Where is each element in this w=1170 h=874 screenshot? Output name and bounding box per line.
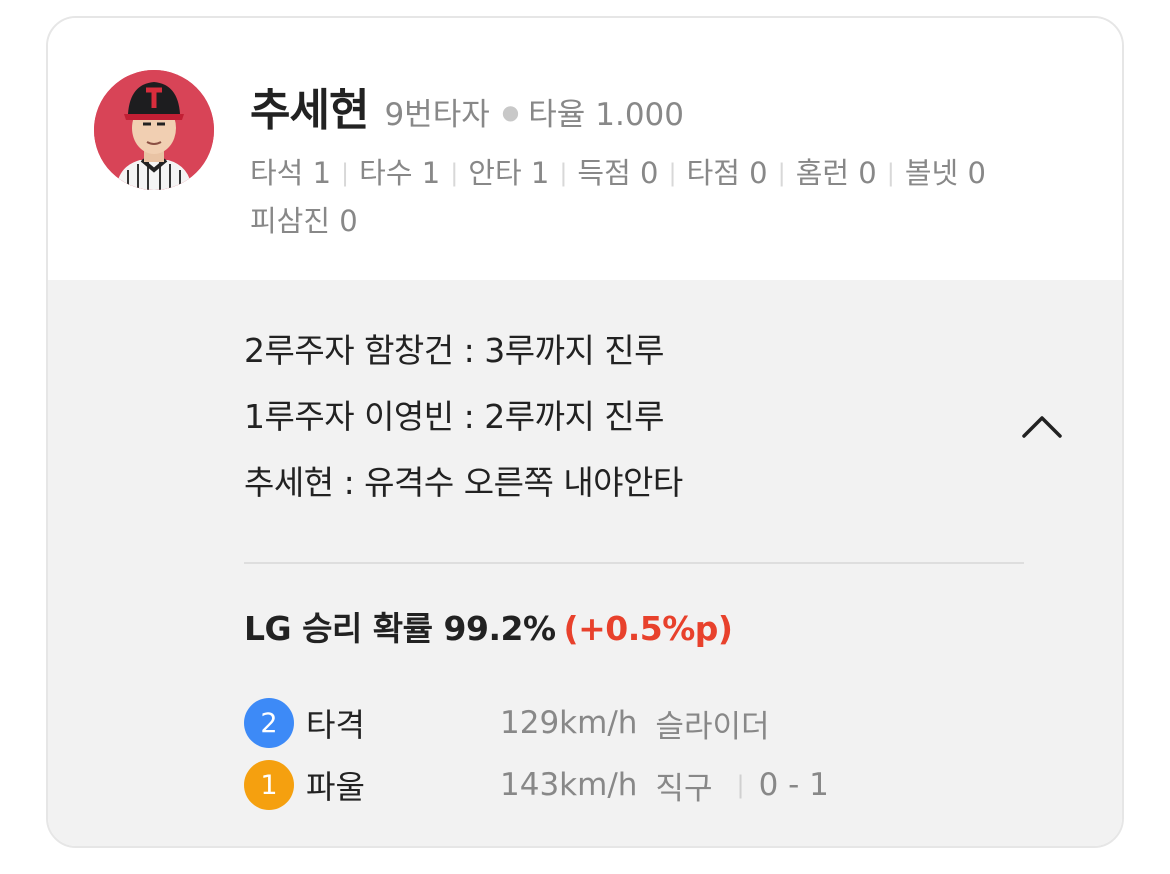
win-probability-text: LG 승리 확률 99.2% [244, 609, 556, 648]
win-probability: LG 승리 확률 99.2% (+0.5%p) [244, 602, 733, 650]
pitch-type: 슬라이더 [655, 708, 770, 745]
player-name[interactable]: 추세현 [250, 74, 369, 138]
stat-rbi: 타점 0 [686, 156, 768, 190]
separator-dot: ● [501, 100, 520, 124]
event-text: 1루주자 이영빈 : 2루까지 진루 [244, 397, 665, 436]
chevron-up-icon [1022, 416, 1062, 438]
pitch-count: 0 - 1 [758, 767, 829, 803]
stat-divider: | [559, 159, 568, 187]
stat-divider: | [777, 159, 786, 187]
play-detail-panel: 2루주자 함창건 : 3루까지 진루 1루주자 이영빈 : 2루까지 진루 추세… [48, 280, 1122, 846]
event-list: 2루주자 함창건 : 3루까지 진루 1루주자 이영빈 : 2루까지 진루 추세… [244, 318, 683, 516]
pitch-result: 파울 [306, 768, 365, 806]
pitch-result: 타격 [306, 706, 365, 744]
stat-strikeouts: 피삼진 0 [250, 204, 358, 238]
win-probability-delta: (+0.5%p) [563, 609, 733, 648]
stat-hits: 안타 1 [468, 156, 550, 190]
stat-divider: | [450, 159, 459, 187]
stat-plate-appearances: 타석 1 [250, 156, 332, 190]
play-card: 추세현 9번타자 ● 타율 1.000 타석 1 | 타수 1 | 안타 1 | 득점 0 |… [46, 16, 1124, 848]
stat-runs: 득점 0 [577, 156, 659, 190]
stat-home-runs: 홈런 0 [795, 156, 877, 190]
player-avatar[interactable] [94, 70, 214, 190]
event-text: 추세현 : 유격수 오른쪽 내야안타 [244, 463, 683, 502]
section-divider [244, 562, 1024, 564]
pitch-speed: 143km/h [500, 767, 638, 803]
pitch-row: 2 타격 129km/h 슬라이더 [244, 692, 944, 754]
pitch-speed: 129km/h [500, 705, 638, 741]
avg-value: 1.000 [595, 97, 684, 133]
pitch-row: 1 파울 143km/h 직구 | 0 - 1 [244, 754, 944, 816]
stat-divider: | [341, 159, 350, 187]
collapse-button[interactable] [1012, 404, 1072, 448]
pitch-type: 직구 [655, 770, 713, 807]
player-name-line: 추세현 9번타자 ● 타율 1.000 [250, 74, 684, 138]
batting-order: 9번타자 [384, 97, 490, 133]
stat-walks: 볼넷 0 [904, 156, 986, 190]
event-text: 2루주자 함창건 : 3루까지 진루 [244, 331, 665, 370]
batter-header: 추세현 9번타자 ● 타율 1.000 타석 1 | 타수 1 | 안타 1 | 득점 0 |… [48, 18, 1122, 280]
pitch-list: 2 타격 129km/h 슬라이더 1 파울 143km/h 직구 | 0 - … [244, 692, 944, 816]
player-photo-icon [94, 70, 214, 190]
stat-at-bats: 타수 1 [359, 156, 441, 190]
pitch-divider: | [736, 771, 745, 799]
pitch-number-badge: 2 [244, 698, 294, 748]
pitch-number-badge: 1 [244, 760, 294, 810]
stat-divider: | [886, 159, 895, 187]
avg-label: 타율 [528, 97, 586, 133]
stat-divider: | [668, 159, 677, 187]
batter-stats: 타석 1 | 타수 1 | 안타 1 | 득점 0 | 타점 0 | 홈런 0 | 볼넷 0 피삼진 0 [250, 150, 1090, 244]
